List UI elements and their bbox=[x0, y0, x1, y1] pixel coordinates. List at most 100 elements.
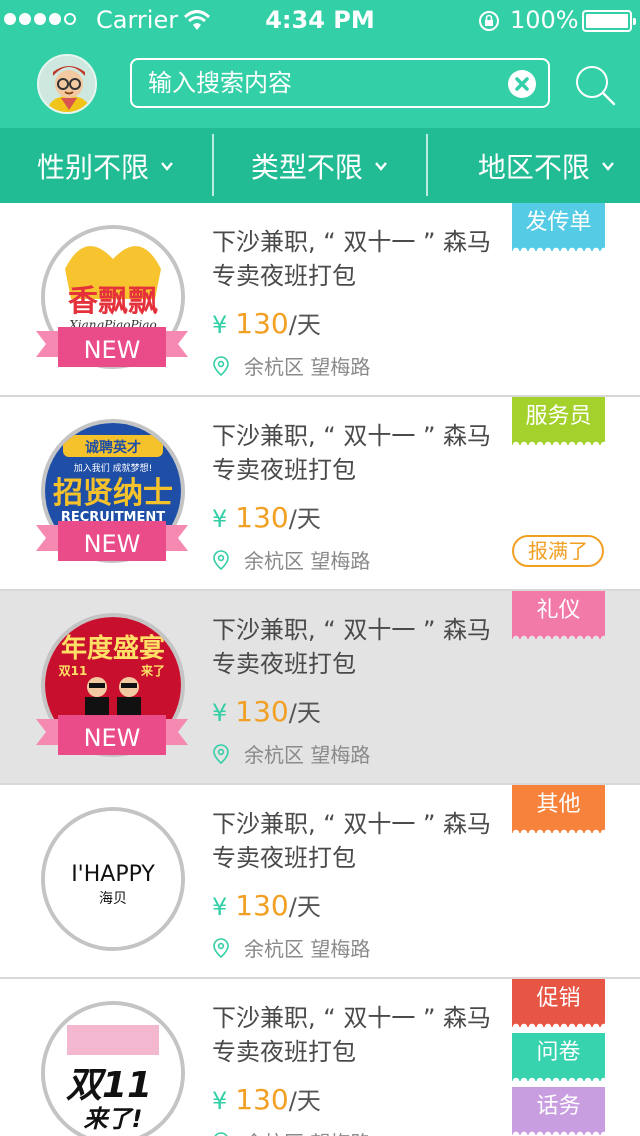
job-location: 余杭区 望梅路 bbox=[212, 739, 370, 768]
job-location: 余杭区 望梅路 bbox=[212, 351, 370, 380]
category-tag: 发传单 bbox=[512, 203, 605, 251]
job-price: ¥130/天 bbox=[212, 499, 321, 534]
price-unit: /天 bbox=[288, 505, 321, 533]
currency-symbol: ¥ bbox=[212, 699, 228, 727]
job-title: 下沙兼职, “ 双十一 ” 森马专卖夜班打包 bbox=[212, 810, 492, 872]
job-price: ¥130/天 bbox=[212, 305, 321, 340]
job-location: 余杭区 望梅路 bbox=[212, 933, 370, 962]
new-label: NEW bbox=[84, 530, 141, 558]
currency-symbol: ¥ bbox=[212, 1087, 228, 1115]
search-icon[interactable] bbox=[574, 64, 616, 106]
location-pin-icon bbox=[213, 355, 229, 376]
price-unit: /天 bbox=[288, 1087, 321, 1115]
job-price: ¥130/天 bbox=[212, 1081, 321, 1116]
category-label: 礼仪 bbox=[536, 598, 581, 623]
filter-label: 性别不限 bbox=[36, 150, 149, 184]
new-label: NEW bbox=[84, 336, 141, 364]
price-amount: 130 bbox=[235, 889, 289, 922]
job-title: 下沙兼职, “ 双十一 ” 森马专卖夜班打包 bbox=[212, 1004, 492, 1066]
close-icon bbox=[515, 77, 529, 91]
brand-mid-text: 加入我们 成就梦想! bbox=[74, 462, 152, 474]
location-pin-icon bbox=[214, 1131, 228, 1136]
location-text: 余杭区 望梅路 bbox=[244, 355, 371, 379]
job-list-item[interactable]: 年度盛宴 双11 来了 NEW 下沙兼职, “ 双十一 ” 森马专卖夜班打包 ¥… bbox=[0, 591, 640, 785]
avatar-image bbox=[39, 56, 95, 112]
price-amount: 130 bbox=[235, 695, 289, 728]
new-ribbon: NEW bbox=[36, 715, 188, 755]
filter-label: 类型不限 bbox=[250, 150, 363, 184]
job-list: 香飘飘 XiangPiaoPiao NEW 下沙兼职, “ 双十一 ” 森马专卖… bbox=[0, 203, 640, 1136]
new-ribbon: NEW bbox=[36, 521, 188, 561]
location-text: 余杭区 望梅路 bbox=[244, 743, 371, 767]
app-screen: Carrier 4:34 PM 100% 输入搜索内容 性别不限 类型不限 地区… bbox=[0, 0, 640, 1136]
chevron-down-icon bbox=[601, 161, 614, 171]
price-amount: 130 bbox=[235, 1083, 289, 1116]
brand-name: 招贤纳士 bbox=[53, 476, 173, 511]
category-label: 促销 bbox=[536, 986, 581, 1011]
battery-icon bbox=[582, 10, 636, 32]
type-filter[interactable]: 类型不限 bbox=[214, 128, 426, 203]
brand-name: 年度盛宴 bbox=[61, 633, 165, 664]
brand-logo-image: I'HAPPY 海贝 bbox=[45, 811, 181, 947]
job-title: 下沙兼职, “ 双十一 ” 森马专卖夜班打包 bbox=[212, 616, 492, 678]
battery-percentage: 100% bbox=[510, 6, 579, 34]
job-location: 余杭区 望梅路 bbox=[212, 545, 370, 574]
currency-symbol: ¥ bbox=[212, 505, 228, 533]
avatar[interactable] bbox=[37, 54, 97, 114]
chevron-down-icon bbox=[161, 161, 173, 171]
brand-subname: 海贝 bbox=[99, 891, 127, 907]
full-status-badge: 报满了 bbox=[512, 535, 604, 567]
search-box[interactable] bbox=[130, 58, 550, 108]
location-pin-icon bbox=[213, 937, 229, 958]
category-tag: 话务 bbox=[512, 1087, 605, 1135]
category-tag: 其他 bbox=[512, 785, 605, 833]
brand-left-text: 双11 bbox=[59, 664, 88, 678]
currency-symbol: ¥ bbox=[212, 893, 228, 921]
brand-subname: 来了! bbox=[84, 1105, 143, 1133]
location-pin-icon bbox=[213, 549, 229, 570]
orientation-lock-icon bbox=[479, 11, 499, 31]
job-list-item[interactable]: 香飘飘 XiangPiaoPiao NEW 下沙兼职, “ 双十一 ” 森马专卖… bbox=[0, 203, 640, 397]
currency-symbol: ¥ bbox=[212, 311, 228, 339]
category-label: 问卷 bbox=[536, 1040, 581, 1065]
company-logo: 双11 来了! bbox=[41, 1001, 185, 1136]
gender-filter[interactable]: 性别不限 bbox=[0, 128, 212, 203]
price-unit: /天 bbox=[288, 311, 321, 339]
price-unit: /天 bbox=[288, 699, 321, 727]
header: Carrier 4:34 PM 100% bbox=[0, 0, 640, 128]
brand-top-text: 诚聘英才 bbox=[85, 439, 141, 456]
category-tag: 问卷 bbox=[512, 1033, 605, 1081]
price-unit: /天 bbox=[288, 893, 321, 921]
location-text: 余杭区 望梅路 bbox=[244, 549, 371, 573]
brand-name: I'HAPPY bbox=[71, 862, 155, 887]
search-input[interactable] bbox=[148, 68, 508, 98]
company-logo: I'HAPPY 海贝 bbox=[41, 807, 185, 951]
category-tag: 礼仪 bbox=[512, 591, 605, 639]
clear-search-button[interactable] bbox=[508, 70, 536, 98]
price-amount: 130 bbox=[235, 501, 289, 534]
job-location: 余杭区 望梅路 bbox=[212, 1127, 370, 1136]
category-label: 其他 bbox=[536, 792, 581, 817]
category-label: 服务员 bbox=[525, 404, 592, 429]
category-tag: 促销 bbox=[512, 979, 605, 1027]
new-ribbon: NEW bbox=[36, 327, 188, 367]
job-list-item[interactable]: 双11 来了! 下沙兼职, “ 双十一 ” 森马专卖夜班打包 ¥130/天 余杭… bbox=[0, 979, 640, 1136]
brand-right-text: 来了 bbox=[140, 663, 165, 678]
category-label: 发传单 bbox=[525, 210, 592, 235]
job-price: ¥130/天 bbox=[212, 887, 321, 922]
filter-label: 地区不限 bbox=[477, 150, 590, 184]
brand-logo-image: 双11 来了! bbox=[45, 1005, 181, 1136]
region-filter[interactable]: 地区不限 bbox=[428, 128, 640, 203]
job-title: 下沙兼职, “ 双十一 ” 森马专卖夜班打包 bbox=[212, 422, 492, 484]
brand-name: 香飘飘 bbox=[68, 284, 158, 319]
location-text: 余杭区 望梅路 bbox=[244, 1127, 370, 1136]
job-price: ¥130/天 bbox=[212, 693, 321, 728]
category-tag: 服务员 bbox=[512, 397, 605, 445]
job-title: 下沙兼职, “ 双十一 ” 森马专卖夜班打包 bbox=[212, 228, 492, 290]
brand-name: 双11 bbox=[66, 1065, 152, 1106]
location-text: 余杭区 望梅路 bbox=[244, 937, 371, 961]
category-label: 话务 bbox=[536, 1094, 581, 1119]
job-list-item[interactable]: I'HAPPY 海贝 下沙兼职, “ 双十一 ” 森马专卖夜班打包 ¥130/天… bbox=[0, 785, 640, 979]
location-pin-icon bbox=[213, 743, 229, 764]
job-list-item[interactable]: 诚聘英才 加入我们 成就梦想! 招贤纳士 RECRUITMENT NEW 下沙兼… bbox=[0, 397, 640, 591]
